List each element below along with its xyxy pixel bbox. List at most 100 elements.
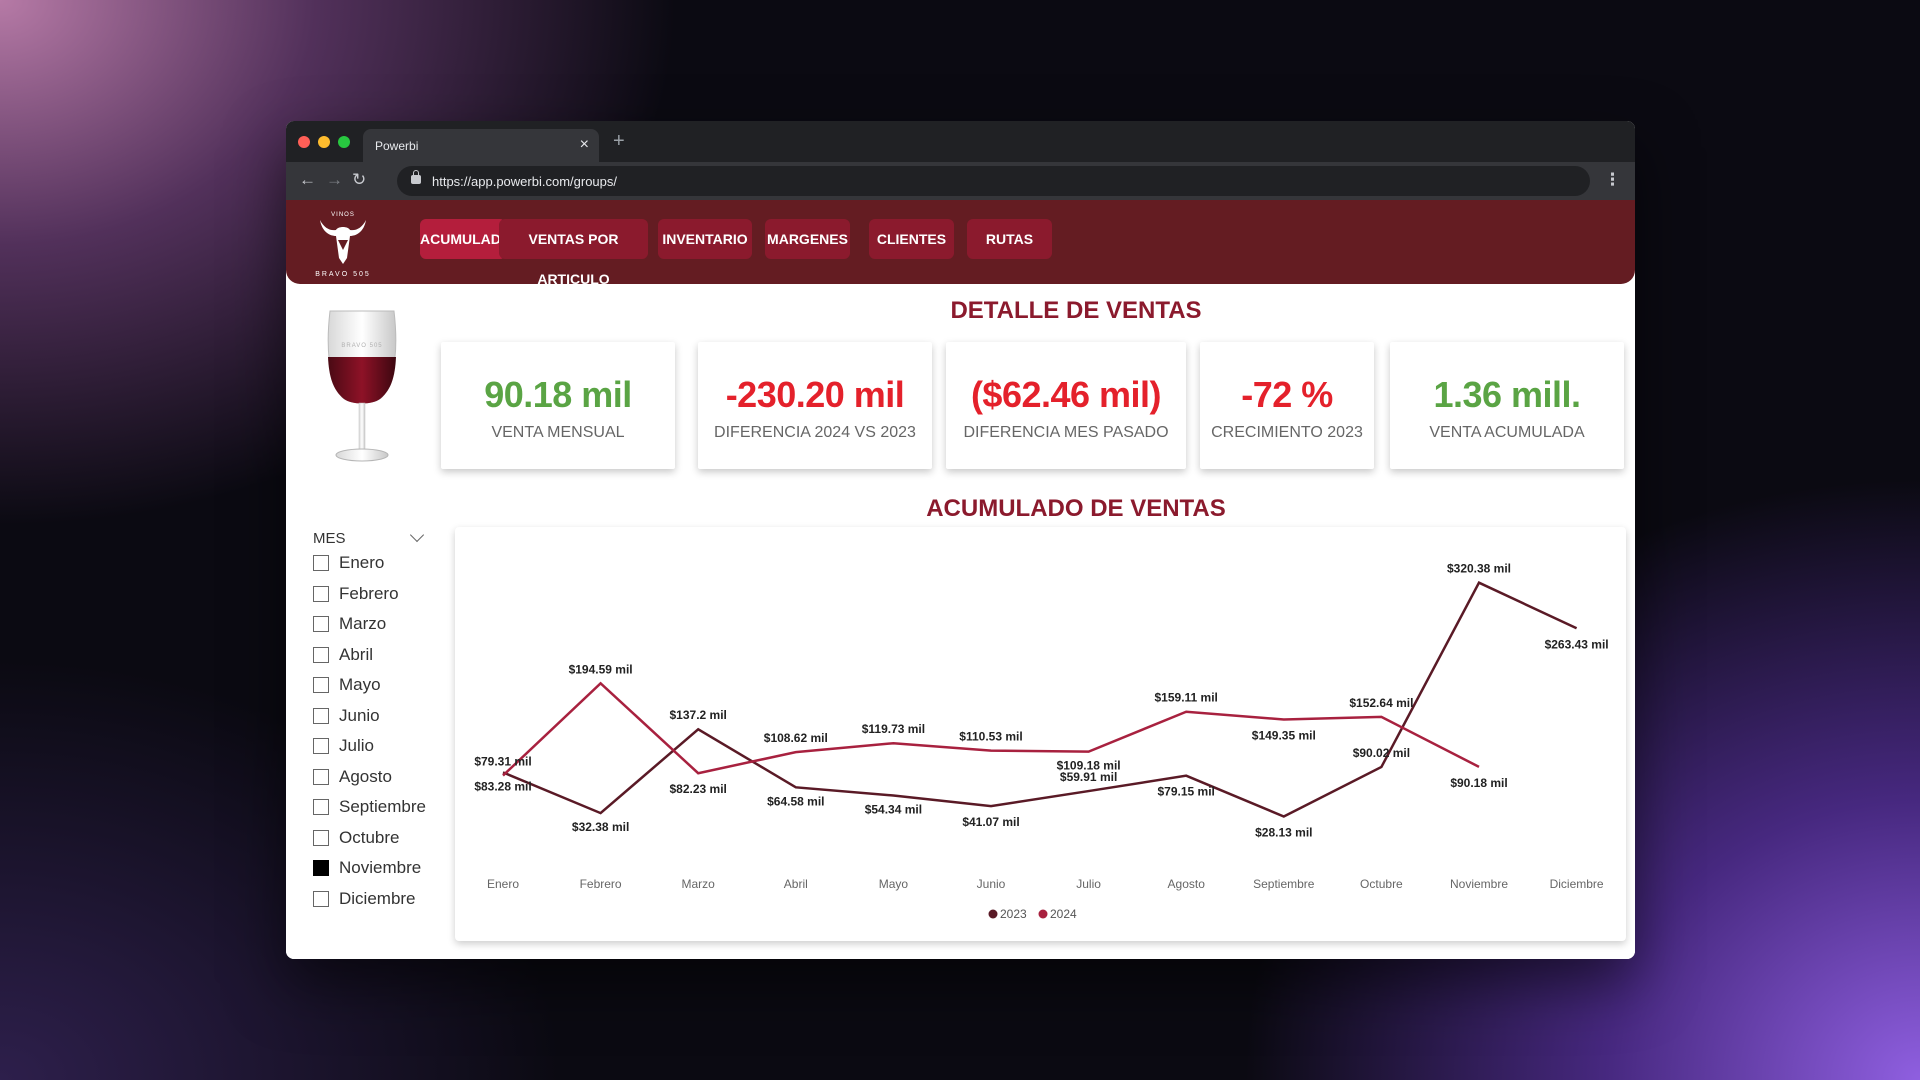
- url-text: https://app.powerbi.com/groups/: [432, 174, 617, 189]
- filter-item-label: Octubre: [339, 827, 400, 847]
- kpi-label: VENTA ACUMULADA: [1429, 424, 1585, 441]
- kpi-value: 1.36 mill.: [1433, 374, 1581, 415]
- browser-toolbar: ← → ↻ https://app.powerbi.com/groups/ ⋮: [286, 162, 1635, 200]
- logo-bottom-text: BRAVO 505: [315, 271, 371, 278]
- logo-top-text: VINOS: [331, 212, 355, 218]
- x-axis-tick-label: Marzo: [682, 877, 716, 891]
- data-label: $149.35 mil: [1252, 729, 1316, 743]
- browser-tab[interactable]: Powerbi ×: [363, 129, 599, 162]
- filter-item-label: Julio: [339, 736, 374, 755]
- filter-item-label: Junio: [339, 705, 380, 725]
- address-bar[interactable]: https://app.powerbi.com/groups/: [397, 166, 1590, 196]
- filter-item-label: Abril: [339, 644, 374, 664]
- filter-item-label: Agosto: [339, 766, 392, 786]
- nav-button-ventas-por-articulo[interactable]: VENTAS POR ARTICULO: [499, 219, 648, 287]
- nav-button-clientes[interactable]: CLIENTES: [869, 219, 954, 259]
- back-arrow-icon[interactable]: ←: [299, 170, 316, 190]
- data-label: $109.18 mil: [1057, 759, 1121, 773]
- browser-titlebar: Powerbi × +: [286, 121, 1635, 162]
- tab-close-icon[interactable]: ×: [580, 136, 589, 154]
- checkbox[interactable]: [313, 829, 329, 846]
- nav-button-acumulado[interactable]: ACUMULADO: [420, 219, 512, 259]
- kpi-label: DIFERENCIA MES PASADO: [963, 424, 1169, 441]
- checkbox[interactable]: [313, 677, 329, 693]
- filter-item-label: Mayo: [339, 675, 381, 694]
- filter-item-label: Enero: [339, 553, 385, 572]
- x-axis-tick-label: Julio: [1076, 877, 1101, 891]
- kpi-value: ($62.46 mil): [970, 374, 1162, 415]
- data-label: $108.62 mil: [764, 731, 828, 745]
- data-label: $119.73 mil: [862, 722, 925, 736]
- legend-label[interactable]: 2023: [1000, 907, 1027, 921]
- browser-window: Powerbi × + ← → ↻ https://app.powerbi.co…: [286, 121, 1635, 959]
- data-label: $28.13 mil: [1255, 825, 1312, 839]
- data-label: $263.43 mil: [1545, 637, 1609, 651]
- data-label: $41.07 mil: [962, 815, 1019, 829]
- checkbox[interactable]: [313, 555, 329, 571]
- filter-title: MES: [313, 530, 346, 547]
- x-axis-tick-label: Septiembre: [1253, 877, 1315, 891]
- new-tab-icon[interactable]: +: [613, 130, 625, 153]
- checkbox[interactable]: [313, 646, 329, 663]
- checkbox[interactable]: [313, 768, 329, 785]
- data-label: $90.18 mil: [1450, 776, 1507, 790]
- kpi-value: -230.20 mil: [725, 374, 905, 415]
- filter-item-label: Febrero: [339, 583, 399, 603]
- data-label: $152.64 mil: [1349, 696, 1413, 710]
- x-axis-tick-label: Agosto: [1168, 877, 1206, 891]
- checkbox[interactable]: [313, 585, 329, 602]
- lock-icon: [411, 170, 421, 184]
- data-label: $54.34 mil: [865, 803, 922, 817]
- chevron-down-icon[interactable]: [409, 527, 425, 543]
- x-axis-tick-label: Diciembre: [1550, 877, 1604, 891]
- kpi-card: -230.20 mil DIFERENCIA 2024 VS 2023: [698, 342, 932, 469]
- maximize-window-button[interactable]: [338, 136, 350, 148]
- data-label: $159.11 mil: [1155, 691, 1218, 705]
- kpi-label: CRECIMIENTO 2023: [1211, 424, 1363, 441]
- nav-button-margenes[interactable]: MARGENES: [765, 219, 850, 259]
- data-label: $83.28 mil: [474, 779, 531, 793]
- report-header: VINOS BRAVO 505 ACUMULADO VENTAS POR ARTI…: [286, 200, 1635, 287]
- data-label: $82.23 mil: [670, 782, 727, 796]
- x-axis-tick-label: Noviembre: [1450, 877, 1508, 891]
- filter-item-label: Marzo: [339, 614, 387, 633]
- checkbox[interactable]: [313, 616, 329, 632]
- x-axis-tick-label: Abril: [784, 877, 808, 891]
- x-axis-tick-label: Mayo: [879, 877, 909, 891]
- checkbox[interactable]: [313, 890, 329, 907]
- data-label: $194.59 mil: [569, 662, 633, 676]
- data-label: $137.2 mil: [670, 708, 727, 722]
- checkbox[interactable]: [313, 738, 329, 754]
- kpi-card: 90.18 mil VENTA MENSUAL: [441, 342, 675, 469]
- kpi-label: DIFERENCIA 2024 VS 2023: [714, 424, 916, 441]
- x-axis-tick-label: Febrero: [580, 877, 622, 891]
- bull-logo-icon: VINOS BRAVO 505: [315, 212, 371, 278]
- forward-arrow-icon[interactable]: →: [326, 170, 343, 190]
- kpi-value: -72 %: [1241, 374, 1333, 415]
- filter-item-label: Noviembre: [339, 858, 422, 877]
- chart-svg: Enero Febrero Marzo Abril Mayo Junio Julio Agos…: [474, 562, 1609, 921]
- checkbox[interactable]: [313, 860, 329, 876]
- nav-button-rutas[interactable]: RUTAS: [967, 219, 1052, 259]
- checkbox[interactable]: [313, 799, 329, 815]
- close-window-button[interactable]: [298, 136, 310, 148]
- chart-title: ACUMULADO DE VENTAS: [926, 495, 1226, 522]
- data-label: $64.58 mil: [767, 794, 824, 808]
- legend-label[interactable]: 2024: [1050, 907, 1077, 921]
- reload-icon[interactable]: ↻: [352, 170, 366, 190]
- nav-button-inventario[interactable]: INVENTARIO: [658, 219, 752, 259]
- kpi-label: VENTA MENSUAL: [491, 424, 625, 441]
- kpi-value: 90.18 mil: [484, 374, 632, 415]
- wine-glass-icon: BRAVO 505: [327, 310, 397, 462]
- minimize-window-button[interactable]: [318, 136, 330, 148]
- tab-title: Powerbi: [375, 139, 419, 153]
- browser-menu-icon[interactable]: ⋮: [1604, 170, 1621, 190]
- checkbox[interactable]: [313, 707, 329, 724]
- legend-marker: [1038, 909, 1048, 919]
- x-axis-tick-label: Junio: [977, 877, 1006, 891]
- kpi-card: 1.36 mill. VENTA ACUMULADA: [1390, 342, 1624, 469]
- kpi-card: -72 % CRECIMIENTO 2023: [1200, 342, 1374, 469]
- glass-engraving: BRAVO 505: [341, 343, 382, 349]
- data-label: $79.31 mil: [474, 755, 531, 769]
- detail-title: DETALLE DE VENTAS: [950, 297, 1202, 324]
